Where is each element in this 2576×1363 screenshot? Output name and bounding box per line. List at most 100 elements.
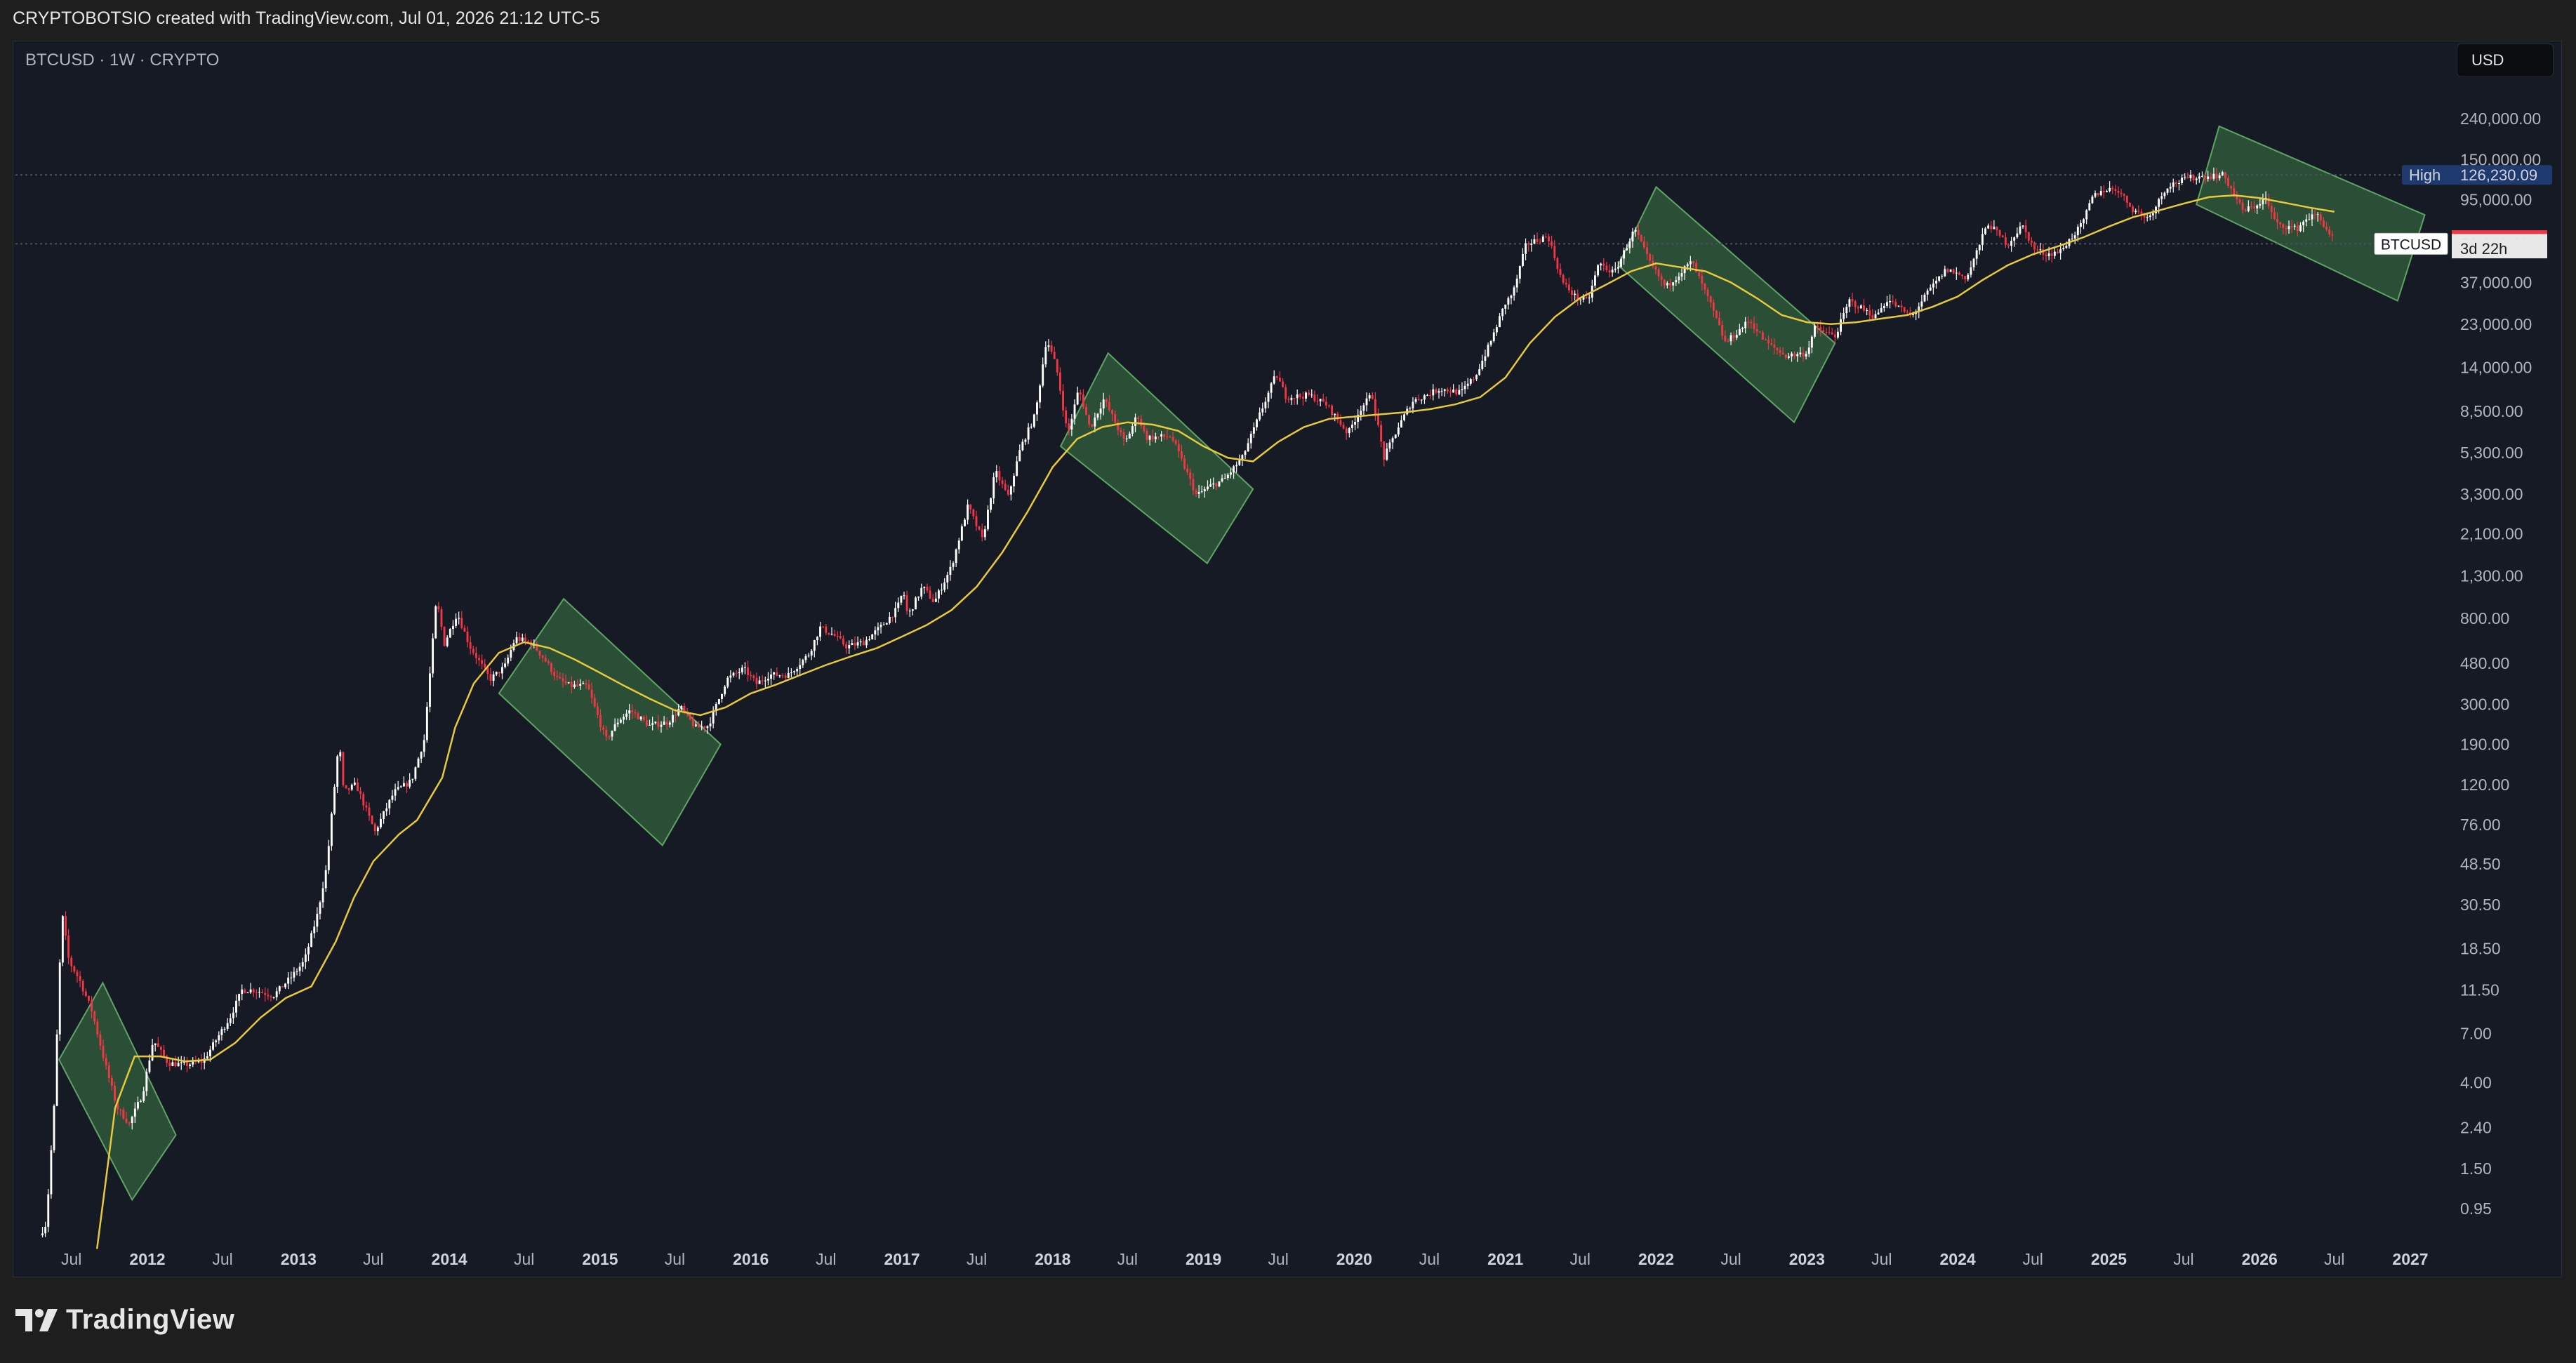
- candle-body: [969, 504, 972, 510]
- candle-body: [1354, 422, 1357, 425]
- candle: [290, 971, 293, 985]
- candle-body: [657, 722, 660, 727]
- candle-body: [2328, 230, 2331, 234]
- candle: [729, 670, 732, 683]
- candle: [50, 1145, 53, 1199]
- candle: [460, 611, 463, 630]
- candle-body: [1435, 389, 1438, 393]
- candle-body: [1154, 436, 1157, 440]
- candle-body: [1608, 270, 1611, 273]
- candle: [2195, 177, 2198, 185]
- candle: [1903, 307, 1906, 314]
- candle-body: [1889, 300, 1892, 302]
- candle-body: [2001, 235, 2004, 237]
- candle-body: [631, 710, 634, 712]
- candle-body: [605, 729, 608, 737]
- candle-body: [2299, 225, 2302, 232]
- candle-body: [1105, 399, 1108, 402]
- candle-body: [2059, 248, 2062, 253]
- candle: [409, 773, 411, 789]
- candle: [154, 1043, 157, 1052]
- candle: [2071, 233, 2073, 241]
- candle: [1886, 295, 1888, 309]
- candle: [47, 1189, 50, 1232]
- candle-body: [267, 995, 270, 997]
- candle: [67, 929, 70, 964]
- candle-body: [1163, 434, 1166, 437]
- candle-body: [1877, 312, 1880, 314]
- price-chart[interactable]: 240,000.00150,000.0095,000.0037,000.0023…: [0, 0, 2576, 1363]
- candle: [2129, 201, 2131, 208]
- candle-body: [2109, 187, 2111, 192]
- candle-body: [180, 1062, 182, 1063]
- candle: [1466, 378, 1469, 390]
- candle: [848, 640, 851, 654]
- candle-body: [943, 582, 946, 590]
- candle-body: [750, 674, 752, 676]
- candle-body: [1230, 472, 1232, 475]
- candle-body: [1039, 385, 1042, 403]
- candle: [1507, 296, 1510, 310]
- candle-body: [437, 606, 440, 610]
- candle: [2120, 188, 2123, 198]
- candle: [941, 583, 943, 595]
- candle-body: [879, 625, 882, 627]
- candle-body: [472, 649, 474, 653]
- candle-body: [249, 989, 252, 993]
- candle-body: [1365, 398, 1368, 406]
- candle-body: [833, 634, 836, 636]
- candle-body: [1033, 414, 1035, 427]
- candle-body: [1628, 241, 1631, 248]
- candle: [1822, 326, 1825, 333]
- candle-body: [478, 658, 480, 660]
- candle: [1383, 441, 1386, 467]
- candle-body: [1148, 435, 1151, 440]
- candle: [2106, 190, 2108, 193]
- candle-body: [721, 693, 723, 699]
- candle: [1348, 427, 1350, 438]
- candle-body: [926, 586, 929, 591]
- currency-selector[interactable]: USD: [2457, 44, 2554, 77]
- candle-body: [2282, 224, 2285, 228]
- candle: [845, 641, 848, 654]
- candle: [365, 802, 368, 812]
- candle-body: [764, 680, 766, 682]
- candle: [414, 766, 417, 782]
- candle-body: [409, 780, 411, 787]
- candle: [1354, 415, 1357, 430]
- symbol-interval-label: BTCUSD · 1W · CRYPTO: [25, 51, 220, 69]
- candle-body: [275, 991, 278, 997]
- candle-body: [189, 1064, 192, 1066]
- candle-body: [278, 986, 281, 992]
- highlight-zone: [498, 597, 722, 846]
- candle: [755, 672, 758, 689]
- candle: [1551, 235, 1553, 249]
- candle: [1920, 295, 1923, 312]
- candle-body: [680, 705, 683, 710]
- candle: [917, 596, 920, 601]
- candle-body: [1807, 347, 1810, 354]
- candle-body: [1527, 243, 1530, 245]
- candle-body: [1099, 408, 1102, 414]
- candle: [2169, 182, 2172, 193]
- candle: [1513, 285, 1515, 301]
- candle: [969, 504, 972, 514]
- candle-body: [839, 636, 842, 639]
- candle-body: [1773, 344, 1776, 348]
- candle-body: [787, 672, 790, 678]
- candle: [888, 612, 891, 625]
- candle-body: [1284, 387, 1287, 399]
- candle-body: [1851, 299, 1854, 302]
- highlight-zone: [58, 981, 177, 1202]
- candle: [990, 497, 992, 513]
- candle: [1541, 234, 1544, 243]
- candle-body: [790, 672, 792, 673]
- candle-body: [527, 640, 529, 642]
- candle: [1946, 267, 1949, 274]
- candle: [813, 639, 816, 658]
- candle-body: [1192, 479, 1195, 491]
- candle: [1290, 394, 1293, 405]
- candle-body: [934, 598, 937, 602]
- time-tick-label: Jul: [1720, 1250, 1741, 1268]
- time-tick-label: Jul: [514, 1250, 534, 1268]
